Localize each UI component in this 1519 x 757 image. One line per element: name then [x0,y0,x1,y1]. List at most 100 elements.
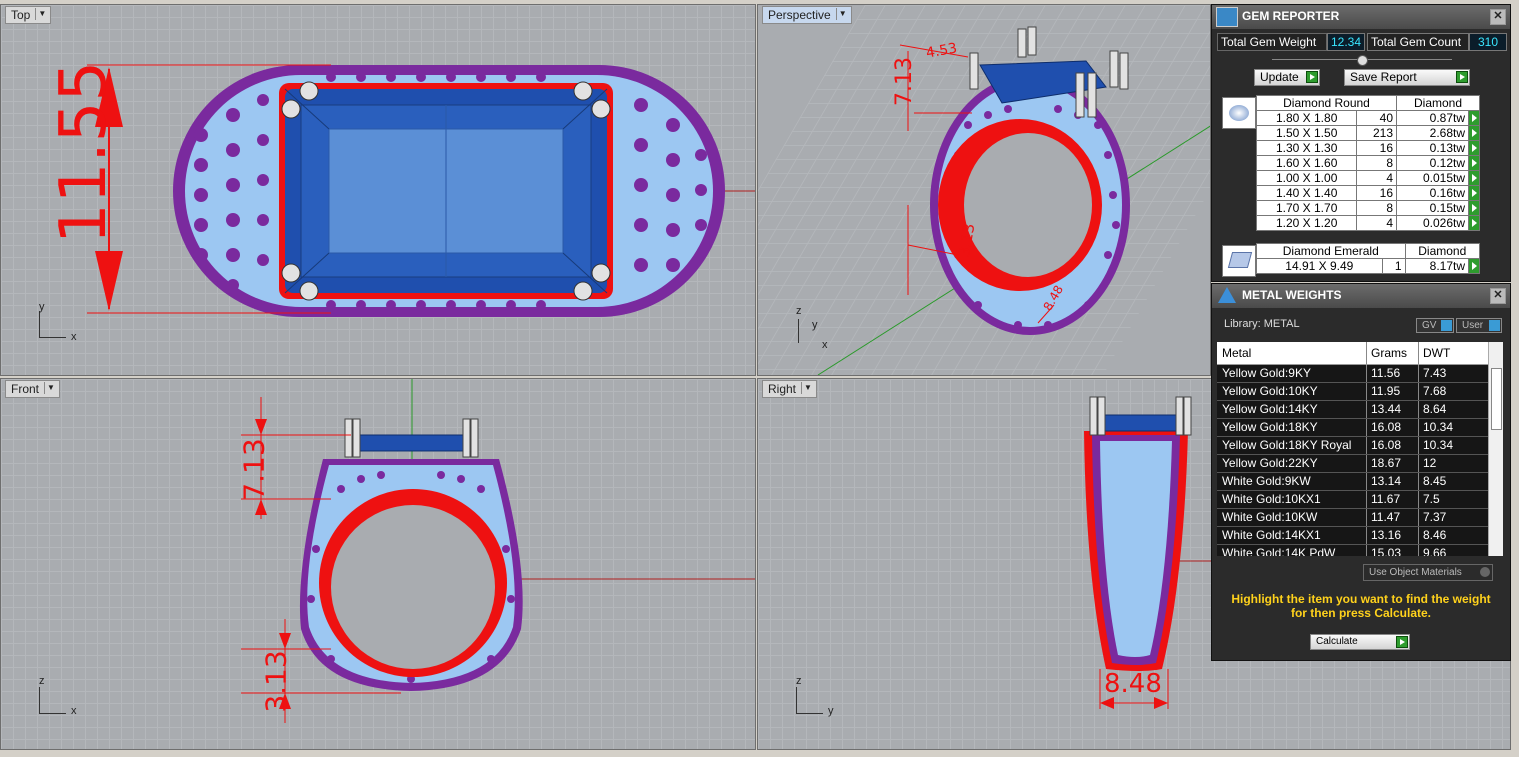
dimension-label: 11.55 [47,60,121,244]
table-row[interactable]: 1.00 X 1.00 4 0.015tw [1255,170,1480,186]
metal-grams: 18.67 [1367,455,1419,472]
table-row[interactable]: Yellow Gold:18KY Royal 16.08 10.34 [1217,437,1503,455]
table-row[interactable]: White Gold:9KW 13.14 8.45 [1217,473,1503,491]
gem-weight: 0.15tw [1396,200,1469,216]
scrollbar-thumb[interactable] [1491,368,1502,430]
slider-handle[interactable] [1357,55,1368,66]
select-row-button[interactable] [1468,170,1480,186]
dimension-label: 7.13 [891,57,917,106]
table-row[interactable]: White Gold:14K PdW 15.03 9.66 [1217,545,1503,556]
col-metal[interactable]: Metal [1217,342,1367,364]
dimension-label: 7.13 [237,438,271,501]
play-icon [1456,71,1468,83]
toggle-indicator-icon [1441,320,1452,331]
table-row[interactable]: 1.20 X 1.20 4 0.026tw [1255,215,1480,231]
viewport-tab-front[interactable]: Front ▼ [5,380,61,398]
use-object-materials-toggle[interactable]: Use Object Materials [1363,564,1493,581]
gv-label: GV [1422,320,1437,331]
table-row[interactable]: 14.91 X 9.49 1 8.17tw [1256,258,1480,274]
table-row[interactable]: White Gold:10KW 11.47 7.37 [1217,509,1503,527]
table-row[interactable]: Yellow Gold:14KY 13.44 8.64 [1217,401,1503,419]
select-row-button[interactable] [1468,215,1480,231]
select-row-button[interactable] [1468,185,1480,201]
calculate-button[interactable]: Calculate [1310,634,1410,650]
table-row[interactable]: Yellow Gold:22KY 18.67 12 [1217,455,1503,473]
viewport-perspective[interactable]: Perspective ▼ 7.13 4.53 3.13 8.48 z y x [757,4,1211,376]
axis-icon [796,687,823,714]
axis-label: z [796,675,802,687]
table-row[interactable]: Yellow Gold:9KY 11.56 7.43 [1217,365,1503,383]
table-scrollbar[interactable] [1488,342,1503,556]
gem-count: 40 [1356,110,1398,126]
perspective-view-model [817,26,1210,375]
gem-weight: 0.87tw [1396,110,1469,126]
metal-dwt: 12 [1423,456,1437,470]
table-row[interactable]: Yellow Gold:10KY 11.95 7.68 [1217,383,1503,401]
viewport-label: Front [11,382,40,396]
select-row-button[interactable] [1468,125,1480,141]
viewport-tab-right[interactable]: Right ▼ [762,380,818,398]
table-row[interactable]: 1.30 X 1.30 16 0.13tw [1255,140,1480,156]
viewport-tab-top[interactable]: Top ▼ [5,6,52,24]
select-row-button[interactable] [1468,110,1480,126]
gem-weight: 0.026tw [1396,215,1469,231]
col-dwt[interactable]: DWT [1419,342,1481,364]
metal-dwt: 8.64 [1423,402,1447,416]
gem-weight: 8.17tw [1404,258,1470,274]
select-row-button[interactable] [1468,200,1480,216]
total-gem-count-value: 310 [1469,33,1507,51]
gv-library-toggle[interactable]: GV [1416,318,1454,333]
gem-reporter-titlebar[interactable]: GEM REPORTER ✕ [1212,5,1510,29]
gem-weight: 0.12tw [1396,155,1469,171]
table-row[interactable]: 1.40 X 1.40 16 0.16tw [1255,185,1480,201]
metal-name: Yellow Gold:10KY [1217,383,1367,400]
select-row-button[interactable] [1468,155,1480,171]
viewport-tab-perspective[interactable]: Perspective ▼ [762,6,852,24]
close-icon[interactable]: ✕ [1490,9,1506,25]
table-row[interactable]: 1.70 X 1.70 8 0.15tw [1255,200,1480,216]
user-library-toggle[interactable]: User [1456,318,1502,333]
close-icon[interactable]: ✕ [1490,288,1506,304]
gem-count: 4 [1356,170,1398,186]
metal-dwt: 7.68 [1423,384,1447,398]
axis-label: x [822,339,828,351]
select-row-button[interactable] [1468,258,1480,274]
metal-dwt: 8.46 [1423,528,1447,542]
table-row[interactable]: White Gold:14KX1 13.16 8.46 [1217,527,1503,545]
select-row-button[interactable] [1468,140,1480,156]
table-row[interactable]: 1.60 X 1.60 8 0.12tw [1255,155,1480,171]
table-row[interactable]: Yellow Gold:18KY 16.08 10.34 [1217,419,1503,437]
table-row[interactable]: 1.50 X 1.50 213 2.68tw [1255,125,1480,141]
gem-count: 1 [1381,258,1406,274]
gem-size: 1.60 X 1.60 [1255,155,1358,171]
save-report-button[interactable]: Save Report [1344,69,1470,86]
group-material: Diamond [1404,243,1481,259]
table-row[interactable]: White Gold:10KX1 11.67 7.5 [1217,491,1503,509]
axis-label: y [39,301,45,313]
metal-weights-titlebar[interactable]: METAL WEIGHTS ✕ [1212,284,1510,308]
table-row[interactable]: 1.80 X 1.80 40 0.87tw [1255,110,1480,126]
col-grams[interactable]: Grams [1367,342,1419,364]
flask-icon [1218,287,1236,303]
chevron-down-icon[interactable]: ▼ [44,382,57,394]
gem-count: 16 [1356,140,1398,156]
chevron-down-icon[interactable]: ▼ [835,8,849,20]
gem-weight: 0.16tw [1396,185,1469,201]
metal-dwt: 8.45 [1423,474,1447,488]
metal-name: White Gold:10KX1 [1217,491,1367,508]
emerald-gem-icon [1222,245,1256,277]
metal-grams: 15.03 [1367,545,1419,556]
update-button[interactable]: Update [1254,69,1320,86]
chevron-down-icon[interactable]: ▼ [801,382,814,394]
viewport-top[interactable]: Top ▼ 11.55 y x [0,4,756,376]
gem-reporter-panel: GEM REPORTER ✕ Total Gem Weight 12.34 To… [1211,4,1511,282]
axis-label: z [39,675,45,687]
total-gem-count-label: Total Gem Count [1367,33,1469,51]
axis-label: y [828,705,834,717]
metal-weights-table: Metal Grams DWT Yellow Gold:9KY 11.56 7.43… [1217,342,1503,556]
chevron-down-icon[interactable]: ▼ [35,8,48,20]
axis-label: x [71,331,77,343]
metal-name: Yellow Gold:22KY [1217,455,1367,472]
gem-size: 1.80 X 1.80 [1255,110,1358,126]
viewport-front[interactable]: Front ▼ 7.13 3.13 z x [0,378,756,750]
